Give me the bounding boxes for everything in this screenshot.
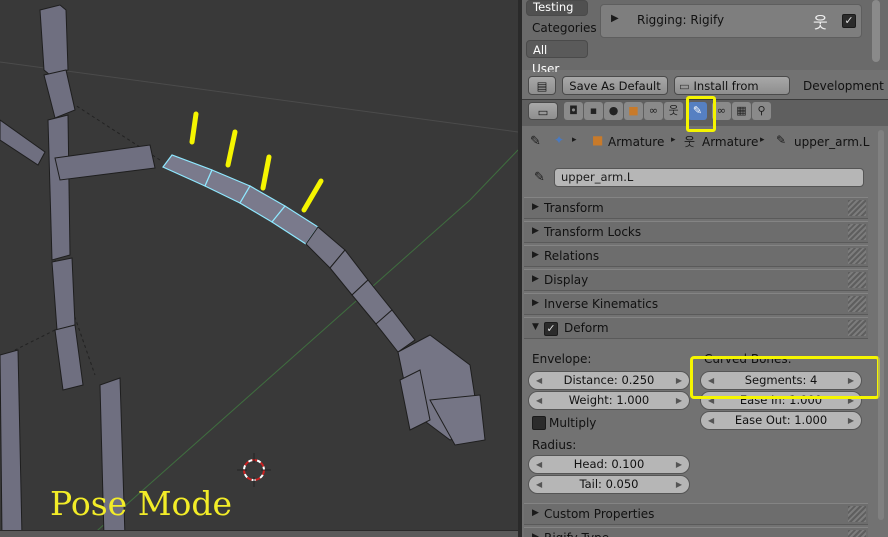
tab-testing[interactable]: Testing <box>526 0 588 16</box>
panel-grip[interactable] <box>848 506 866 522</box>
arm-bones <box>305 226 486 446</box>
increment-icon[interactable]: ▶ <box>676 372 682 389</box>
world-tab-icon[interactable]: ● <box>604 102 623 120</box>
expand-arrow-icon: ▶ <box>532 508 539 518</box>
decrement-icon[interactable]: ◀ <box>536 456 542 473</box>
expand-arrow-icon: ▶ <box>532 298 539 308</box>
decrement-icon[interactable]: ◀ <box>536 392 542 409</box>
panel-inverse-kinematics[interactable]: ▶ Inverse Kinematics <box>524 293 868 315</box>
breadcrumb-item-bone: upper_arm.L <box>794 135 870 149</box>
properties-editor: Testing Categories All User ▶ Rigging: R… <box>522 0 888 537</box>
armature-bones <box>0 4 156 537</box>
panel-grip[interactable] <box>848 320 866 336</box>
panel-grip[interactable] <box>848 296 866 312</box>
scene-icon: ✦ <box>554 133 565 147</box>
bone-name-icon: ✎ <box>534 170 545 185</box>
viewport-canvas[interactable] <box>0 0 518 537</box>
panel-deform[interactable]: ▼ ✓ Deform <box>524 317 868 339</box>
panel-grip[interactable] <box>848 272 866 288</box>
texture-tab-icon[interactable]: ▦ <box>732 102 751 120</box>
bone-name-field[interactable]: upper_arm.L <box>554 168 864 187</box>
viewport-header <box>0 530 518 537</box>
object-icon: ■ <box>592 133 604 147</box>
breadcrumb-item-armature: Armature <box>702 135 759 149</box>
panel-custom-properties[interactable]: ▶ Custom Properties <box>524 503 868 525</box>
increment-icon[interactable]: ▶ <box>676 456 682 473</box>
increment-icon[interactable]: ▶ <box>848 412 854 429</box>
breadcrumb-sep: ▸ <box>760 135 765 145</box>
panel-grip[interactable] <box>848 224 866 240</box>
category-all[interactable]: All <box>526 40 588 58</box>
panel-transform[interactable]: ▶ Transform <box>524 197 868 219</box>
editor-type-icon[interactable]: ▭ <box>528 102 558 120</box>
properties-scrollbar[interactable] <box>878 130 884 520</box>
panel-grip[interactable] <box>848 200 866 216</box>
envelope-distance-field[interactable]: ◀ Distance: 0.250 ▶ <box>528 371 690 390</box>
object-tab-icon[interactable]: ■ <box>624 102 643 120</box>
expand-arrow-icon: ▶ <box>532 226 539 236</box>
expand-arrow-icon: ▶ <box>532 532 539 537</box>
breadcrumb-item-object: Armature <box>608 135 665 149</box>
selected-bone-chain <box>162 154 319 245</box>
folder-icon: ▭ <box>679 79 690 93</box>
mode-label: Pose Mode <box>50 484 232 523</box>
breadcrumb-sep: ▸ <box>572 135 577 145</box>
render-tab-icon[interactable]: ◘ <box>564 102 583 120</box>
panel-transform-locks[interactable]: ▶ Transform Locks <box>524 221 868 243</box>
decrement-icon[interactable]: ◀ <box>536 476 542 493</box>
3d-viewport[interactable]: Pose Mode <box>0 0 518 537</box>
save-default-button[interactable]: Save As Default <box>562 76 668 95</box>
decrement-icon[interactable]: ◀ <box>708 412 714 429</box>
constraints-tab-icon[interactable]: ∞ <box>644 102 663 120</box>
preferences-menu-icon[interactable]: ▤ <box>528 76 556 95</box>
development-guide-link[interactable]: Development Gu <box>803 79 888 93</box>
armature-tab-icon[interactable]: 웃 <box>664 102 683 120</box>
multiply-checkbox[interactable] <box>532 416 546 430</box>
armature-icon: 웃 <box>684 135 696 149</box>
render-layers-tab-icon[interactable]: ▪ <box>584 102 603 120</box>
addon-enabled-checkbox[interactable]: ✓ <box>842 14 856 28</box>
expand-arrow-icon: ▶ <box>532 250 539 260</box>
panel-display[interactable]: ▶ Display <box>524 269 868 291</box>
deform-checkbox[interactable]: ✓ <box>544 322 558 336</box>
panel-relations[interactable]: ▶ Relations <box>524 245 868 267</box>
bone-icon: ✎ <box>776 133 787 147</box>
addons-scrollbar[interactable] <box>872 0 880 62</box>
pin-icon[interactable]: ✎ <box>530 134 541 149</box>
envelope-label: Envelope: <box>532 352 592 366</box>
panel-grip[interactable] <box>848 530 866 537</box>
envelope-weight-field[interactable]: ◀ Weight: 1.000 ▶ <box>528 391 690 410</box>
expand-arrow-icon: ▶ <box>532 274 539 284</box>
categories-label: Categories <box>532 21 597 35</box>
expand-arrow-icon: ▶ <box>532 202 539 212</box>
radius-tail-field[interactable]: ◀ Tail: 0.050 ▶ <box>528 475 690 494</box>
install-from-file-button[interactable]: ▭ Install from File... <box>674 76 790 111</box>
3d-cursor-icon <box>237 453 271 487</box>
breadcrumb-sep: ▸ <box>671 135 676 145</box>
panel-rigify-type[interactable]: ▶Rigify Type <box>524 527 868 537</box>
collapse-arrow-icon: ▼ <box>532 322 539 332</box>
addon-row[interactable]: ▶ Rigging: Rigify 웃 ✓ <box>600 4 862 38</box>
panel-grip[interactable] <box>848 248 866 264</box>
radius-label: Radius: <box>532 438 577 452</box>
addon-name: Rigging: Rigify <box>637 13 725 27</box>
ease-out-field[interactable]: ◀ Ease Out: 1.000 ▶ <box>700 411 862 430</box>
multiply-label: Multiply <box>549 416 597 430</box>
radius-head-field[interactable]: ◀ Head: 0.100 ▶ <box>528 455 690 474</box>
increment-icon[interactable]: ▶ <box>676 476 682 493</box>
expand-icon[interactable]: ▶ <box>611 13 619 24</box>
decrement-icon[interactable]: ◀ <box>536 372 542 389</box>
rig-person-icon: 웃 <box>813 13 828 32</box>
segments-highlight <box>690 356 880 399</box>
breadcrumb: ✎ ✦ ▸ ■ Armature ▸ 웃 Armature ▸ ✎ upper_… <box>522 130 888 154</box>
increment-icon[interactable]: ▶ <box>676 392 682 409</box>
physics-tab-icon[interactable]: ⚲ <box>752 102 771 120</box>
bone-tab-highlight <box>686 96 716 132</box>
